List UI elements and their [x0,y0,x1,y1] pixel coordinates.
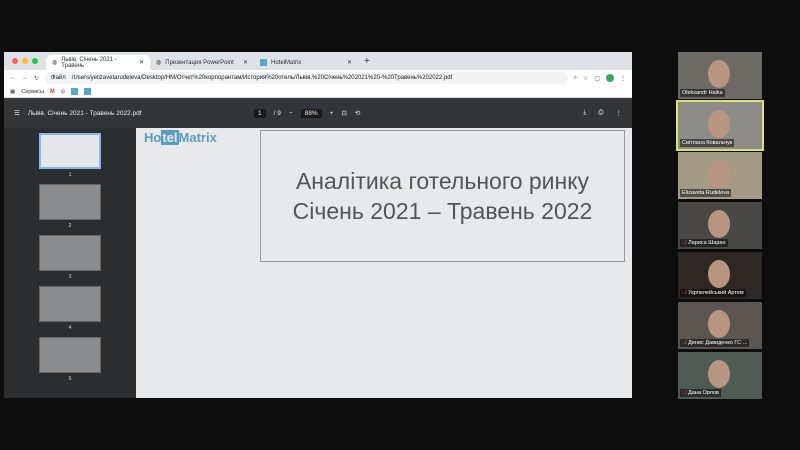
participant-gallery: Oleksandr Haika Світлана Ковальчук Elizave… [676,52,764,402]
address-row: ← → ↻ Файл/Users/yelizavetarudeleva/Deskto… [4,70,632,86]
browser-window: ◍ Львів. Січень 2021 - Травень ✕ ◍ Презента… [4,52,632,398]
bookmarks-bar: ▦ Сервисы M ◎ [4,86,632,98]
thumbnail-page-4[interactable] [39,286,101,322]
forward-icon[interactable]: → [22,75,28,81]
slide-title-line1: Аналітика готельного ринку [295,168,590,194]
tab-hotelmatrix[interactable]: HotelMatrix ✕ [254,55,358,70]
download-icon[interactable]: ⤓ [583,109,586,117]
muted-mic-icon: 🎙̸ [682,390,687,396]
bookmark-icon[interactable]: ◎ [61,89,66,95]
zoom-out-button[interactable]: − [289,110,293,117]
participant-tile[interactable]: 🎙̸ Укрпелейський Артем [678,252,762,299]
participant-video [708,360,730,388]
back-icon[interactable]: ← [10,75,16,81]
participant-name: Oleksandr Haika [680,89,725,97]
zoom-level-input[interactable]: 88% [300,108,322,118]
participant-name: 🎙̸ Укрпелейський Артем [680,289,746,297]
rotate-icon[interactable]: ⟲ [355,109,360,117]
minimize-button[interactable] [22,58,28,64]
sidepanel-icon[interactable]: ▢ [594,75,600,82]
participant-tile[interactable]: 🎙̸ Денис Давиденко ГС ... [678,302,762,349]
reload-icon[interactable]: ↻ [34,75,39,82]
page-input[interactable]: 1 [254,108,266,118]
new-tab-button[interactable]: + [358,56,376,67]
gmail-icon[interactable]: M [50,89,55,95]
menu-icon[interactable]: ⋮ [620,75,626,82]
hotelmatrix-bookmark-icon[interactable] [71,88,79,95]
pdf-page: HotelMatrix Аналітика готельного ринку С… [136,128,632,398]
participant-tile[interactable]: Світлана Ковальчук [676,100,764,151]
muted-mic-icon: 🎙̸ [682,290,687,296]
star-icon[interactable]: ☆ [583,75,588,82]
tab-bar: ◍ Львів. Січень 2021 - Травень ✕ ◍ Презента… [4,52,632,70]
avatar[interactable] [606,74,614,82]
participant-name: 🎙̸ Дана Орлов [680,389,721,397]
participant-tile[interactable]: Elizaveta Rudeleva [678,152,762,199]
thumbnail-page-3[interactable] [39,235,101,271]
address-prefix: Файл [51,75,66,81]
fit-page-icon[interactable]: ⊡ [341,109,346,117]
print-icon[interactable]: ⎙ [598,109,603,117]
total-pages: / 9 [273,109,281,117]
address-bar[interactable]: Файл/Users/yelizavetarudeleva/Desktop/HM… [45,72,568,84]
thumbnail-page-2[interactable] [39,184,101,220]
tab-pdf[interactable]: ◍ Львів. Січень 2021 - Травень ✕ [46,55,150,70]
slide-title-line2: Січень 2021 – Травень 2022 [292,198,593,224]
close-tab-icon[interactable]: ✕ [243,59,248,66]
maximize-button[interactable] [32,58,38,64]
muted-mic-icon: 🎙̸ [682,240,687,246]
tab-powerpoint[interactable]: ◍ Презентация PowerPoint ✕ [150,55,254,70]
participant-video [708,160,730,188]
participant-name: 🎙̸ Лариса Шаран [680,239,728,247]
participant-video [708,210,730,238]
thumbnail-page-1[interactable] [39,133,101,169]
participant-video [708,310,730,338]
slide-title-box: Аналітика готельного ринку Січень 2021 –… [260,130,625,262]
participant-name: Elizaveta Rudeleva [680,189,732,197]
apps-icon[interactable]: ▦ [10,89,15,95]
url-text: /Users/yelizavetarudeleva/Desktop/HM/Отч… [71,75,453,81]
participant-video [708,260,730,288]
zoom-icon[interactable]: ⌕ [574,75,577,82]
hotelmatrix-logo: HotelMatrix [144,130,217,145]
hotelmatrix-favicon-icon [260,59,267,66]
globe-icon: ◍ [52,60,58,66]
pdf-filename: Львів. Січень 2021 - Травень 2022.pdf [27,109,142,117]
globe-icon: ◍ [156,60,162,66]
participant-video [708,60,730,88]
more-icon[interactable]: ⋮ [616,109,623,117]
bookmark-services[interactable]: Сервисы [21,89,44,95]
pdf-toolbar: ☰ Львів. Січень 2021 - Травень 2022.pdf … [4,98,632,128]
thumbnail-page-5[interactable] [39,337,101,373]
participant-tile[interactable]: 🎙̸ Лариса Шаран [678,202,762,249]
participant-name: 🎙̸ Денис Давиденко ГС ... [680,339,750,347]
close-tab-icon[interactable]: ✕ [139,59,144,66]
close-tab-icon[interactable]: ✕ [347,59,352,66]
hamburger-menu-icon[interactable]: ☰ [14,109,20,117]
thumbnail-sidebar: 1 2 3 4 5 [4,128,136,398]
participant-name: Світлана Ковальчук [680,139,735,147]
participant-tile[interactable]: 🎙̸ Дана Орлов [678,352,762,399]
participant-tile[interactable]: Oleksandr Haika [678,52,762,99]
close-window-button[interactable] [12,58,18,64]
zoom-in-button[interactable]: + [330,110,334,117]
hotelmatrix-bookmark-icon[interactable] [84,88,92,95]
muted-mic-icon: 🎙̸ [682,340,687,346]
participant-video [708,110,730,138]
